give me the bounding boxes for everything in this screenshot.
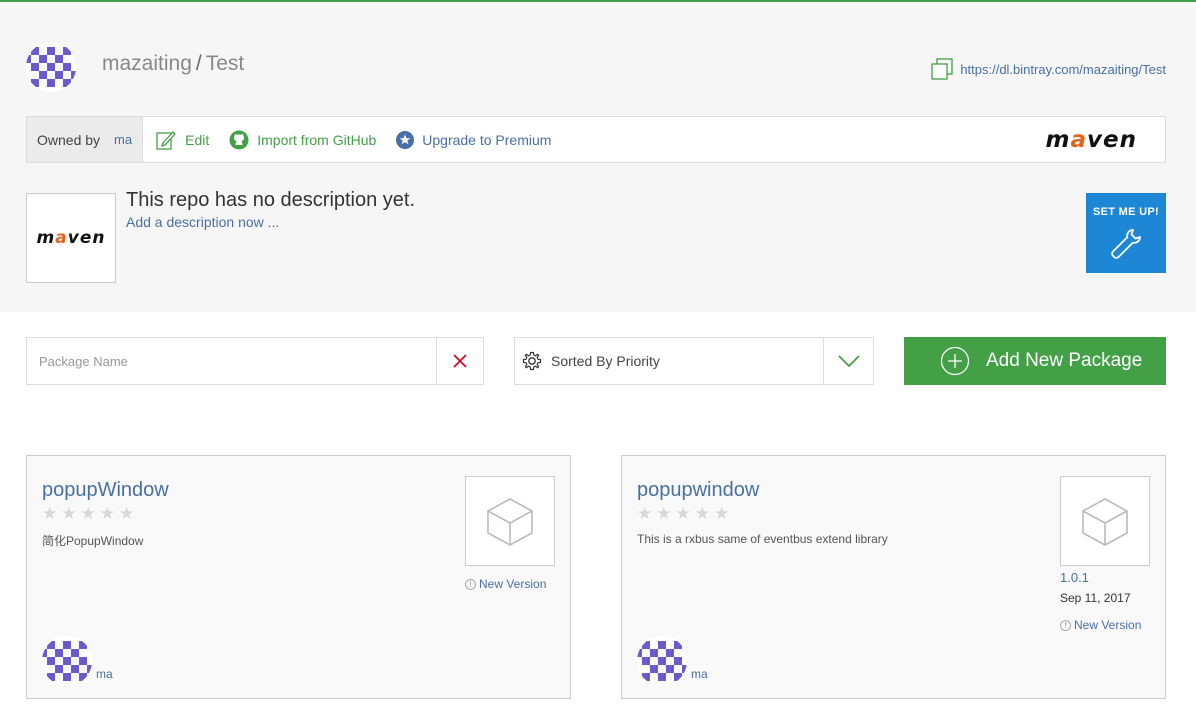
chevron-down-icon [837, 355, 860, 368]
package-version-date: Sep 11, 2017 [1060, 591, 1131, 605]
gear-icon [522, 351, 542, 371]
owned-by-section: Owned by ma [27, 117, 144, 162]
package-owner-link[interactable]: ma [691, 667, 708, 681]
repo-title: mazaiting / Test [102, 52, 244, 76]
rating-star-icon[interactable]: ★ [81, 505, 96, 522]
import-github-label: Import from GitHub [257, 131, 377, 148]
new-version-label: New Version [1074, 618, 1142, 632]
repo-type-maven-logo: maven [36, 228, 106, 248]
rating-star-icon[interactable]: ★ [119, 505, 134, 522]
sort-selected-value: Sorted By Priority [551, 353, 660, 369]
repo-title-separator: / [195, 52, 202, 75]
package-description: This is a rxbus same of eventbus extend … [637, 532, 888, 546]
sort-dropdown-toggle[interactable] [823, 338, 873, 384]
package-thumbnail[interactable] [1060, 476, 1150, 566]
package-search-box [26, 337, 484, 385]
download-url-link[interactable]: https://dl.bintray.com/mazaiting/Test [930, 57, 1166, 81]
package-box-icon [487, 498, 533, 546]
upgrade-premium-button[interactable]: Upgrade to Premium [396, 130, 552, 149]
package-box-icon [1082, 498, 1128, 546]
rating-star-icon[interactable]: ★ [714, 505, 729, 522]
add-description-link[interactable]: Add a description now ... [126, 214, 279, 230]
sort-select[interactable]: Sorted By Priority [514, 337, 874, 385]
package-name-input[interactable] [27, 338, 436, 384]
new-version-link[interactable]: ! New Version [1060, 618, 1141, 632]
clear-search-button[interactable] [436, 338, 483, 384]
package-name-link[interactable]: popupWindow [42, 479, 169, 502]
owned-by-owner-link[interactable]: ma [114, 132, 132, 147]
import-github-button[interactable]: Import from GitHub [229, 130, 376, 150]
repo-description-title: This repo has no description yet. [126, 189, 416, 211]
owned-by-label: Owned by [37, 131, 101, 148]
set-me-up-button[interactable]: SET ME UP! [1086, 193, 1166, 273]
rating-star-icon[interactable]: ★ [61, 505, 76, 522]
download-url-text[interactable]: https://dl.bintray.com/mazaiting/Test [960, 62, 1166, 77]
package-description: 简化PopupWindow [42, 534, 144, 548]
package-name-link[interactable]: popupwindow [637, 479, 759, 502]
rating-star-icon[interactable]: ★ [656, 505, 671, 522]
info-icon: ! [1060, 619, 1071, 631]
rating-star-icon[interactable]: ★ [100, 505, 115, 522]
set-me-up-label: SET ME UP! [1093, 206, 1159, 218]
package-owner-avatar[interactable] [42, 636, 92, 686]
upgrade-premium-label: Upgrade to Premium [422, 131, 552, 148]
new-version-label: New Version [479, 577, 547, 591]
maven-logo: maven [1045, 126, 1137, 153]
edit-label: Edit [185, 131, 210, 148]
package-rating[interactable]: ★ ★ ★ ★ ★ [42, 505, 134, 522]
repo-owner-link[interactable]: mazaiting [102, 52, 192, 75]
package-owner-avatar[interactable] [637, 636, 687, 686]
rating-star-icon[interactable]: ★ [676, 505, 691, 522]
edit-button[interactable]: Edit [155, 129, 209, 151]
github-icon [229, 130, 249, 149]
wrench-icon [1111, 229, 1141, 259]
package-rating[interactable]: ★ ★ ★ ★ ★ [637, 505, 729, 522]
package-thumbnail[interactable] [465, 476, 555, 566]
package-card[interactable]: popupWindow ★ ★ ★ ★ ★ 简化PopupWindow ! New Ve… [26, 455, 571, 699]
rating-star-icon[interactable]: ★ [695, 505, 710, 522]
add-new-package-button[interactable]: Add New Package [904, 337, 1166, 385]
info-icon: ! [465, 578, 476, 590]
new-version-link[interactable]: ! New Version [465, 577, 546, 591]
repo-type-logo-box: maven [26, 193, 116, 283]
rating-star-icon[interactable]: ★ [637, 505, 652, 522]
rating-star-icon[interactable]: ★ [42, 505, 57, 522]
close-icon [453, 354, 467, 368]
star-icon [396, 130, 415, 149]
add-new-package-label: Add New Package [986, 350, 1143, 371]
repo-toolbar: Owned by ma Edit Import from GitHub Upgr… [26, 116, 1166, 163]
repo-owner-avatar[interactable] [26, 42, 76, 92]
repo-name: Test [205, 52, 245, 75]
edit-icon [156, 130, 177, 150]
copy-icon[interactable] [930, 57, 954, 81]
plus-circle-icon [940, 346, 970, 376]
package-owner-link[interactable]: ma [96, 667, 113, 681]
package-card[interactable]: popupwindow ★ ★ ★ ★ ★ This is a rxbus same o… [621, 455, 1166, 699]
package-version-link[interactable]: 1.0.1 [1060, 570, 1089, 585]
